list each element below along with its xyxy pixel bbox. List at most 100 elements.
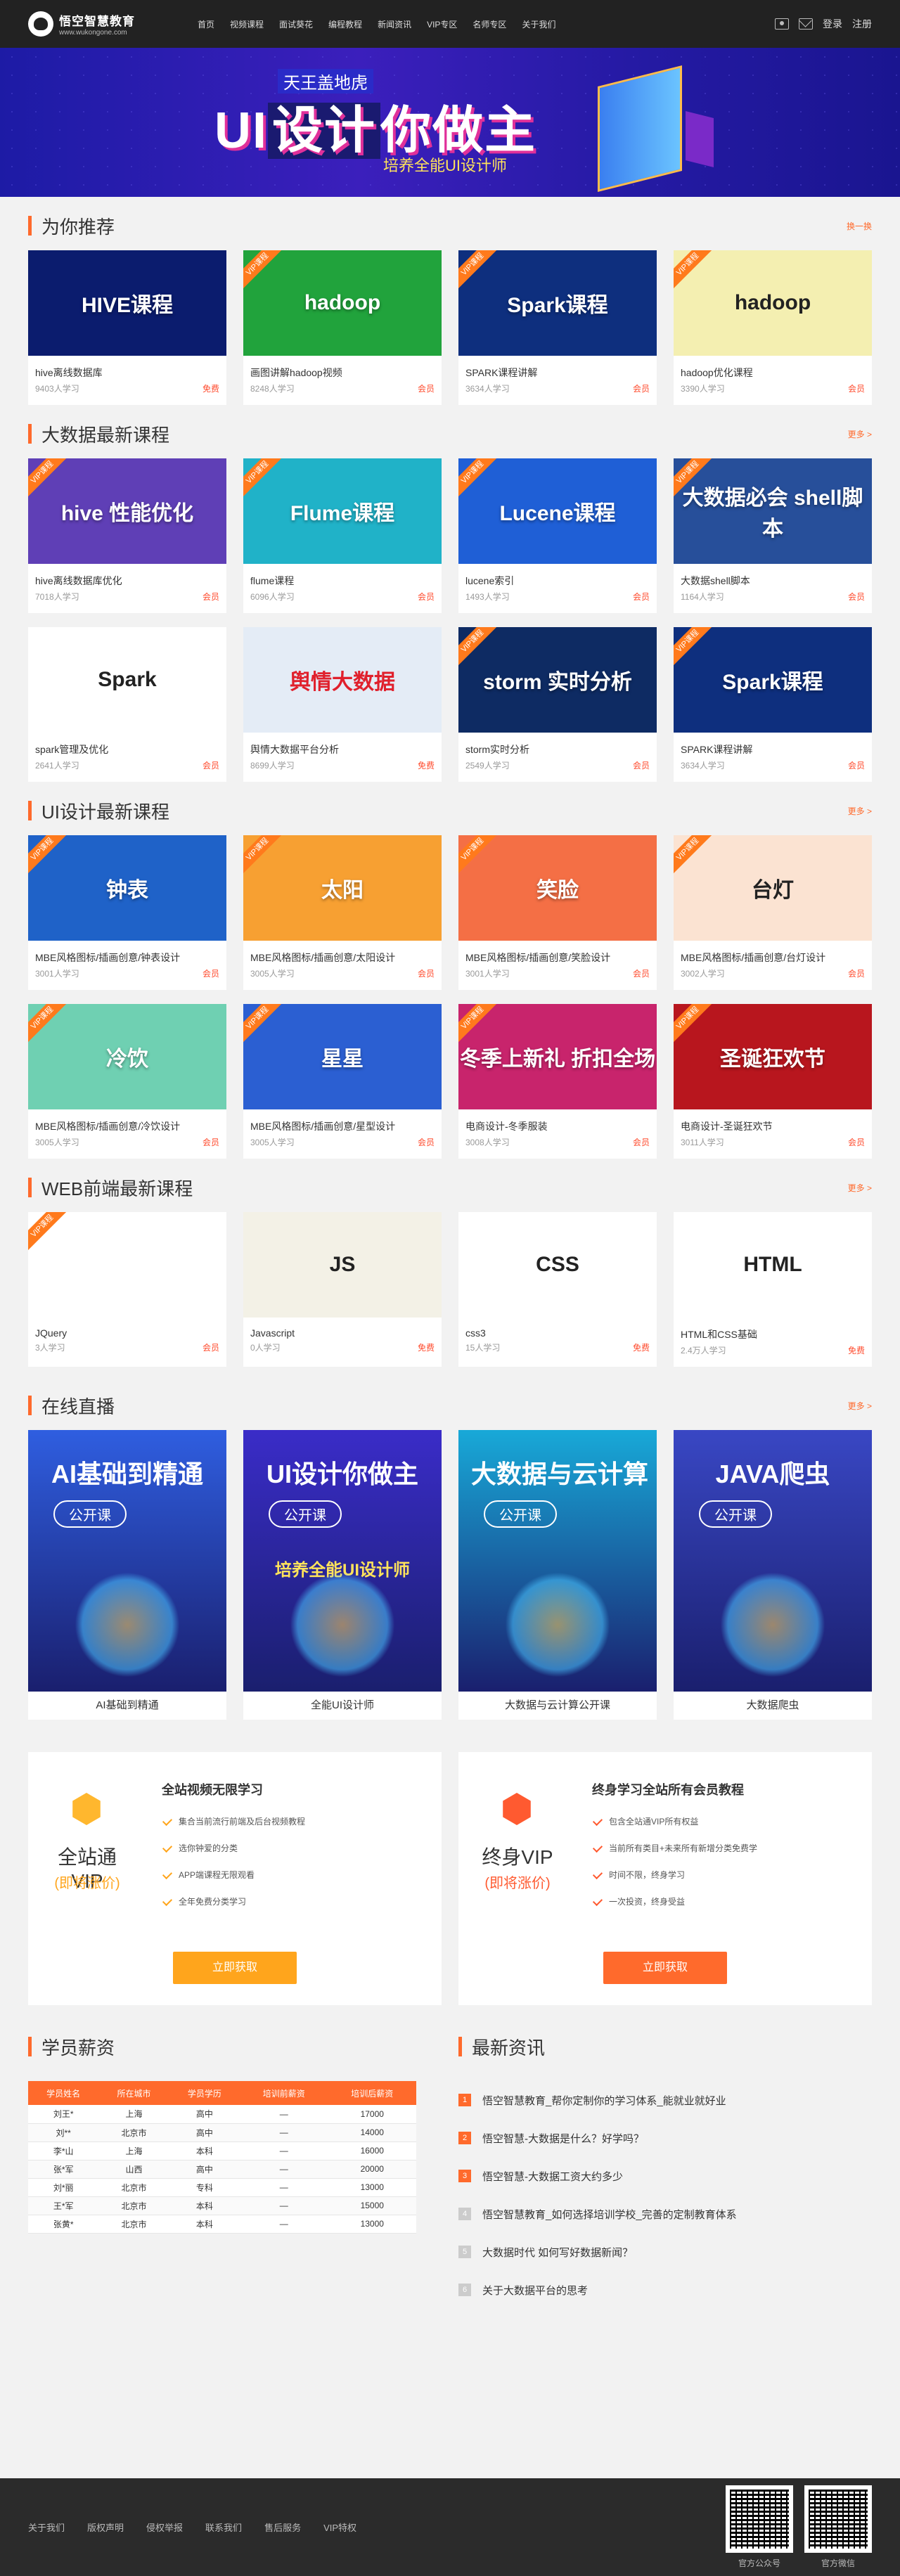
- news-item[interactable]: 2 悟空智慧-大数据是什么？好学吗？: [458, 2119, 872, 2157]
- nav-item[interactable]: 视频课程: [222, 18, 271, 30]
- course-thumbnail[interactable]: JS: [243, 1212, 442, 1318]
- live-thumbnail[interactable]: UI设计你做主 公开课 培养全能UI设计师: [243, 1430, 442, 1692]
- course-card[interactable]: VIP课程 星星 MBE风格图标/插画创意/星型设计 3005人学习 会员: [243, 1004, 442, 1159]
- nav-item[interactable]: 名师专区: [465, 18, 514, 30]
- footer-link[interactable]: 售后服务: [264, 2520, 301, 2534]
- more-link[interactable]: 更多 >: [848, 428, 872, 440]
- nav-item[interactable]: 新闻资讯: [370, 18, 419, 30]
- course-card[interactable]: VIP课程 hadoop 画图讲解hadoop视频 8248人学习 会员: [243, 250, 442, 405]
- footer-link[interactable]: 联系我们: [205, 2520, 242, 2534]
- course-thumbnail[interactable]: Spark: [28, 627, 226, 733]
- site-logo[interactable]: 悟空智慧教育 www.wukongone.com: [28, 11, 176, 37]
- course-thumbnail[interactable]: VIP课程 台灯: [674, 835, 872, 941]
- course-thumbnail[interactable]: VIP课程 hadoop: [674, 250, 872, 356]
- more-link[interactable]: 更多 >: [848, 805, 872, 817]
- course-thumbnail[interactable]: VIP课程 Spark课程: [674, 627, 872, 733]
- course-card[interactable]: Spark spark管理及优化 2641人学习 会员: [28, 627, 226, 782]
- footer-link[interactable]: VIP特权: [323, 2520, 356, 2534]
- course-thumbnail[interactable]: VIP课程 Spark课程: [458, 250, 657, 356]
- live-thumbnail[interactable]: 大数据与云计算 公开课: [458, 1430, 657, 1692]
- course-card[interactable]: VIP课程 冬季上新礼 折扣全场 电商设计-冬季服装 3008人学习 会员: [458, 1004, 657, 1159]
- course-meta: 3005人学习 会员: [243, 967, 442, 979]
- course-thumbnail[interactable]: VIP课程 钟表: [28, 835, 226, 941]
- course-card[interactable]: VIP课程 大数据必会 shell脚本 大数据shell脚本 1164人学习 会员: [674, 458, 872, 613]
- course-card[interactable]: VIP课程 笑脸 MBE风格图标/插画创意/笑脸设计 3001人学习 会员: [458, 835, 657, 990]
- course-card[interactable]: CSS css3 15人学习 免费: [458, 1212, 657, 1367]
- more-link[interactable]: 更多 >: [848, 1400, 872, 1412]
- course-thumbnail[interactable]: VIP课程 Lucene课程: [458, 458, 657, 564]
- course-thumbnail[interactable]: VIP课程 太阳: [243, 835, 442, 941]
- live-card[interactable]: UI设计你做主 公开课 培养全能UI设计师 全能UI设计师: [243, 1430, 442, 1720]
- course-thumbnail[interactable]: VIP课程 星星: [243, 1004, 442, 1109]
- course-thumbnail[interactable]: 舆情大数据: [243, 627, 442, 733]
- hero-banner[interactable]: 天王盖地虎 UI设计你做主 培养全能UI设计师: [0, 48, 900, 197]
- login-link[interactable]: 登录: [823, 17, 842, 31]
- course-card[interactable]: VIP课程 hadoop hadoop优化课程 3390人学习 会员: [674, 250, 872, 405]
- nav-item[interactable]: 首页: [190, 18, 222, 30]
- course-card[interactable]: VIP课程 Spark课程 SPARK课程讲解 3634人学习 会员: [458, 250, 657, 405]
- course-thumbnail[interactable]: VIP课程 hadoop: [243, 250, 442, 356]
- footer-link[interactable]: 侵权举报: [146, 2520, 183, 2534]
- news-item[interactable]: 6 关于大数据平台的思考: [458, 2271, 872, 2309]
- course-card[interactable]: VIP课程 圣诞狂欢节 电商设计-圣诞狂欢节 3011人学习 会员: [674, 1004, 872, 1159]
- course-card[interactable]: HTML HTML和CSS基础 2.4万人学习 免费: [674, 1212, 872, 1367]
- course-card[interactable]: VIP课程 台灯 MBE风格图标/插画创意/台灯设计 3002人学习 会员: [674, 835, 872, 990]
- user-icon[interactable]: [775, 18, 789, 30]
- course-thumbnail[interactable]: VIP课程 Flume课程: [243, 458, 442, 564]
- qr-caption: 官方微信: [821, 2558, 855, 2568]
- course-card[interactable]: VIP课程 storm 实时分析 storm实时分析 2549人学习 会员: [458, 627, 657, 782]
- news-item[interactable]: 5 大数据时代 如何写好数据新闻？: [458, 2233, 872, 2271]
- register-link[interactable]: 注册: [852, 17, 872, 31]
- course-meta: 3390人学习 会员: [674, 382, 872, 394]
- news-item[interactable]: 1 悟空智慧教育_帮你定制你的学习体系_能就业就好业: [458, 2081, 872, 2119]
- more-link[interactable]: 更多 >: [848, 1182, 872, 1194]
- course-card[interactable]: VIP课程 Flume课程 flume课程 6096人学习 会员: [243, 458, 442, 613]
- course-thumbnail[interactable]: HTML: [674, 1212, 872, 1318]
- course-card[interactable]: VIP课程 JQuery 3人学习 会员: [28, 1212, 226, 1367]
- course-card[interactable]: JS Javascript 0人学习 免费: [243, 1212, 442, 1367]
- footer-link[interactable]: 版权声明: [87, 2520, 124, 2534]
- course-meta: 3634人学习 会员: [674, 759, 872, 771]
- course-thumbnail[interactable]: VIP课程 冷饮: [28, 1004, 226, 1109]
- live-card[interactable]: JAVA爬虫 公开课 大数据爬虫: [674, 1430, 872, 1720]
- course-card[interactable]: VIP课程 太阳 MBE风格图标/插画创意/太阳设计 3005人学习 会员: [243, 835, 442, 990]
- course-card[interactable]: 舆情大数据 舆情大数据平台分析 8699人学习 免费: [243, 627, 442, 782]
- course-thumbnail[interactable]: VIP课程 圣诞狂欢节: [674, 1004, 872, 1109]
- course-thumbnail[interactable]: VIP课程 冬季上新礼 折扣全场: [458, 1004, 657, 1109]
- get-vip-button[interactable]: 立即获取: [603, 1952, 727, 1984]
- table-cell: 张*军: [28, 2160, 99, 2179]
- live-thumbnail[interactable]: JAVA爬虫 公开课: [674, 1430, 872, 1692]
- live-card[interactable]: AI基础到精通 公开课 AI基础到精通: [28, 1430, 226, 1720]
- news-item[interactable]: 3 悟空智慧-大数据工资大约多少: [458, 2157, 872, 2195]
- live-thumbnail[interactable]: AI基础到精通 公开课: [28, 1430, 226, 1692]
- nav-item[interactable]: 面试葵花: [271, 18, 321, 30]
- course-thumbnail[interactable]: VIP课程 大数据必会 shell脚本: [674, 458, 872, 564]
- news-item[interactable]: 4 悟空智慧教育_如何选择培训学校_完善的定制教育体系: [458, 2195, 872, 2233]
- course-card[interactable]: VIP课程 Lucene课程 lucene索引 1493人学习 会员: [458, 458, 657, 613]
- more-link[interactable]: 换一换: [847, 220, 872, 232]
- live-card[interactable]: 大数据与云计算 公开课 大数据与云计算公开课: [458, 1430, 657, 1720]
- footer-link[interactable]: 关于我们: [28, 2520, 65, 2534]
- course-card[interactable]: VIP课程 hive 性能优化 hive离线数据库优化 7018人学习 会员: [28, 458, 226, 613]
- course-card[interactable]: VIP课程 Spark课程 SPARK课程讲解 3634人学习 会员: [674, 627, 872, 782]
- course-thumbnail[interactable]: CSS: [458, 1212, 657, 1318]
- course-thumbnail[interactable]: VIP课程: [28, 1212, 226, 1318]
- course-thumbnail[interactable]: HIVE课程: [28, 250, 226, 356]
- price-tag: 会员: [202, 1138, 219, 1147]
- course-card[interactable]: VIP课程 钟表 MBE风格图标/插画创意/钟表设计 3001人学习 会员: [28, 835, 226, 990]
- nav-item[interactable]: VIP专区: [419, 18, 465, 30]
- mail-icon[interactable]: [799, 18, 813, 30]
- table-cell: —: [240, 2123, 328, 2142]
- learner-count: 0人学习: [250, 1343, 281, 1353]
- nav-item[interactable]: 关于我们: [514, 18, 563, 30]
- section-header-bigdata: 大数据最新课程 更多 >: [28, 420, 872, 447]
- course-card[interactable]: HIVE课程 hive离线数据库 9403人学习 免费: [28, 250, 226, 405]
- course-card[interactable]: VIP课程 冷饮 MBE风格图标/插画创意/冷饮设计 3005人学习 会员: [28, 1004, 226, 1159]
- nav-item[interactable]: 编程教程: [321, 18, 370, 30]
- course-thumbnail[interactable]: VIP课程 storm 实时分析: [458, 627, 657, 733]
- get-vip-button[interactable]: 立即获取: [173, 1952, 297, 1984]
- course-thumbnail[interactable]: VIP课程 hive 性能优化: [28, 458, 226, 564]
- course-thumbnail[interactable]: VIP课程 笑脸: [458, 835, 657, 941]
- banner-headline: UI设计你做主: [214, 103, 537, 159]
- news-rank: 1: [458, 2094, 471, 2106]
